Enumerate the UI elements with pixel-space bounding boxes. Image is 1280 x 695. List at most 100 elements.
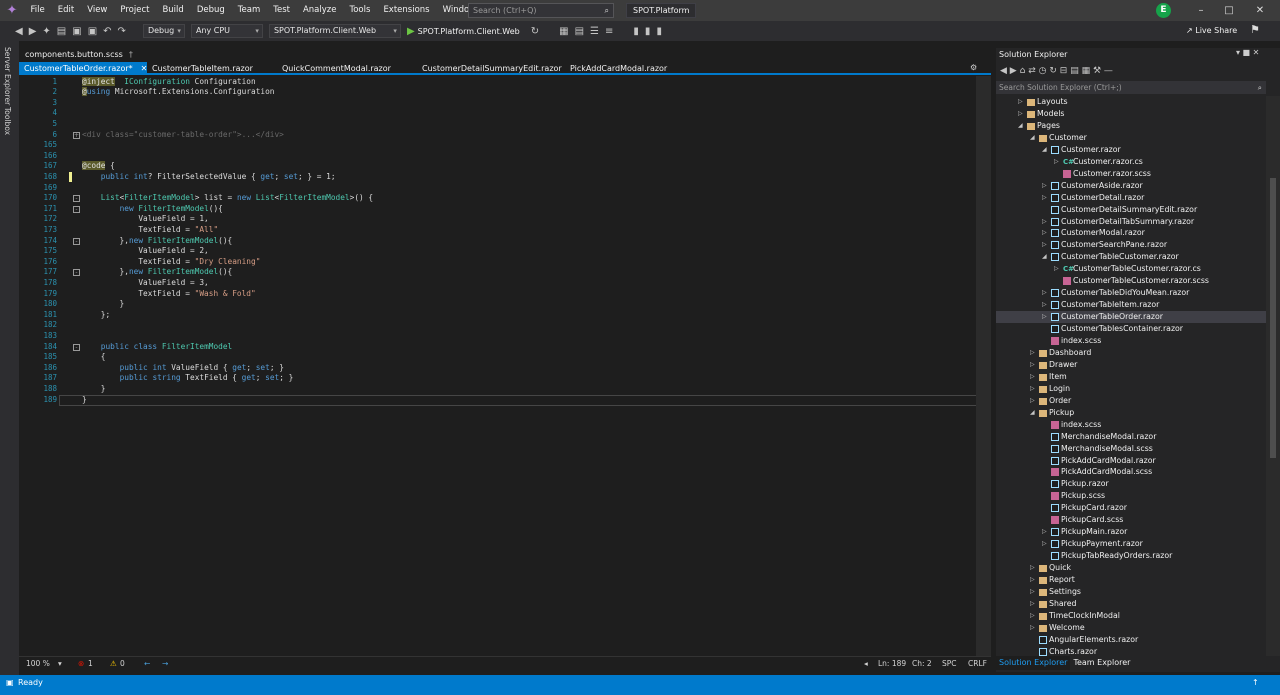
expanded-arrow-icon[interactable]: ◢ [1030,132,1035,144]
collapse-icon[interactable]: - [73,237,80,245]
menu-item-build[interactable]: Build [156,0,190,21]
tree-folder[interactable]: ▷ Quick [996,562,1266,574]
tree-file[interactable]: ▷ PickupMain.razor [996,526,1266,538]
collapse-icon[interactable]: - [73,195,80,203]
collapse-icon[interactable]: ⊟ [1060,66,1068,76]
expanded-arrow-icon[interactable]: ◢ [1042,144,1047,156]
zoom-level[interactable]: 100 % [21,659,55,668]
open-icon[interactable]: ▤ [54,26,69,37]
notifications-icon[interactable]: ↑ [1252,675,1259,690]
tool-icon[interactable]: ☰ [587,26,602,37]
tree-file[interactable]: AngularElements.razor [996,634,1266,646]
collapsed-arrow-icon[interactable]: ▷ [1030,610,1035,622]
tab-document[interactable]: CustomerDetailSummaryEdit.razor [417,62,565,73]
tree-folder[interactable]: ▷ Item [996,371,1266,383]
redo-icon[interactable]: ↷ [115,26,129,37]
tree-folder[interactable]: ◢ Pickup [996,407,1266,419]
bookmark-icon[interactable]: ▮ [642,26,654,37]
collapse-icon[interactable]: - [73,269,80,277]
tree-file[interactable]: ▷ CustomerTableOrder.razor [996,311,1266,324]
collapsed-arrow-icon[interactable]: ▷ [1042,311,1047,323]
search-input[interactable]: Search (Ctrl+Q) ⌕ [468,3,614,18]
forward-icon[interactable]: ▶ [26,26,40,37]
minus-icon[interactable]: — [1104,66,1113,76]
collapsed-arrow-icon[interactable]: ▷ [1030,586,1035,598]
collapsed-arrow-icon[interactable]: ▷ [1042,216,1047,228]
tree-folder[interactable]: ◢ Pages [996,120,1266,132]
collapsed-arrow-icon[interactable]: ▷ [1030,598,1035,610]
collapsed-arrow-icon[interactable]: ▷ [1042,287,1047,299]
run-icon[interactable]: ▶ [404,26,418,37]
bookmark-icon[interactable]: ▮ [653,26,665,37]
collapsed-arrow-icon[interactable]: ▷ [1018,96,1023,108]
tree-file[interactable]: Customer.razor.scss [996,168,1266,180]
menu-item-team[interactable]: Team [231,0,266,21]
tree-file[interactable]: ▷ C# Customer.razor.cs [996,156,1266,168]
collapsed-arrow-icon[interactable]: ▷ [1018,108,1023,120]
collapsed-arrow-icon[interactable]: ▷ [1030,359,1035,371]
editor-scrollbar[interactable] [976,76,991,656]
tree-file[interactable]: PickAddCardModal.scss [996,466,1266,478]
tree-folder[interactable]: ▷ Login [996,383,1266,395]
tab-preview[interactable]: components.button.scss † [19,48,139,61]
tree-folder[interactable]: ◢ Customer [996,132,1266,144]
tree-file[interactable]: ▷ CustomerTableDidYouMean.razor [996,287,1266,299]
pin-icon[interactable]: † [129,50,133,59]
collapsed-arrow-icon[interactable]: ▷ [1042,192,1047,204]
collapsed-arrow-icon[interactable]: ▷ [1042,299,1047,311]
tab-document[interactable]: PickAddCardModal.razor [565,62,685,73]
run-button[interactable]: SPOT.Platform.Client.Web [418,27,520,36]
menu-item-extensions[interactable]: Extensions [377,0,436,21]
tree-folder[interactable]: ▷ Layouts [996,96,1266,108]
collapsed-arrow-icon[interactable]: ▷ [1030,395,1035,407]
collapsed-arrow-icon[interactable]: ▷ [1030,574,1035,586]
tree-folder[interactable]: ▷ Settings [996,586,1266,598]
tab-document[interactable]: CustomerTableOrder.razor* ✕ [19,62,147,73]
tree-file[interactable]: MerchandiseModal.razor [996,431,1266,443]
tool-icon[interactable]: ▤ [572,26,587,37]
undo-icon[interactable]: ↶ [100,26,114,37]
save-all-icon[interactable]: ▣ [85,26,100,37]
pin-icon[interactable]: ▾ ■ ✕ [1236,48,1259,57]
menu-item-view[interactable]: View [81,0,114,21]
menu-item-edit[interactable]: Edit [51,0,80,21]
feedback-icon[interactable]: ⚑ [1250,23,1260,36]
collapse-icon[interactable]: - [73,343,80,351]
save-icon[interactable]: ▣ [69,26,84,37]
error-count[interactable]: 1 [83,659,98,668]
tree-file[interactable]: index.scss [996,335,1266,347]
refresh-icon[interactable]: ↻ [1049,66,1057,76]
avatar[interactable]: E [1156,3,1171,18]
history-icon[interactable]: ◷ [1039,66,1047,76]
tab-document[interactable]: QuickCommentModal.razor [277,62,417,73]
solution-search-input[interactable]: Search Solution Explorer (Ctrl+;) ⌕ [996,81,1266,94]
collapsed-arrow-icon[interactable]: ▷ [1030,562,1035,574]
collapsed-arrow-icon[interactable]: ▷ [1042,227,1047,239]
maximize-icon[interactable]: □ [1214,0,1244,21]
tree-file[interactable]: PickAddCardModal.razor [996,455,1266,467]
platform-dropdown[interactable]: Any CPU ▾ [190,24,263,38]
collapsed-arrow-icon[interactable]: ▷ [1030,371,1035,383]
tree-file[interactable]: CustomerDetailSummaryEdit.razor [996,204,1266,216]
tree-file[interactable]: ▷ PickupPayment.razor [996,538,1266,550]
tree-folder[interactable]: ▷ TimeClockInModal [996,610,1266,622]
expanded-arrow-icon[interactable]: ◢ [1042,251,1047,263]
refresh-icon[interactable]: ↻ [528,26,542,37]
arrow-right-icon[interactable]: → [157,659,173,668]
tree-file[interactable]: Pickup.razor [996,478,1266,490]
tab-document[interactable]: CustomerTableItem.razor [147,62,277,73]
collapsed-arrow-icon[interactable]: ▷ [1030,383,1035,395]
close-icon[interactable]: ✕ [1245,0,1275,21]
menu-item-debug[interactable]: Debug [190,0,231,21]
tree-folder[interactable]: ▷ Models [996,108,1266,120]
tree-folder[interactable]: ▷ Shared [996,598,1266,610]
tree-folder[interactable]: ▷ Drawer [996,359,1266,371]
tree-file[interactable]: CustomerTablesContainer.razor [996,323,1266,335]
tree-folder[interactable]: ▷ Report [996,574,1266,586]
collapsed-arrow-icon[interactable]: ▷ [1042,526,1047,538]
startup-project-dropdown[interactable]: SPOT.Platform.Client.Web ▾ [268,24,401,38]
expand-icon[interactable]: + [73,131,80,139]
bookmark-icon[interactable]: ▮ [630,26,642,37]
server-explorer-tab[interactable]: Server Explorer [3,47,12,105]
menu-item-file[interactable]: File [24,0,51,21]
